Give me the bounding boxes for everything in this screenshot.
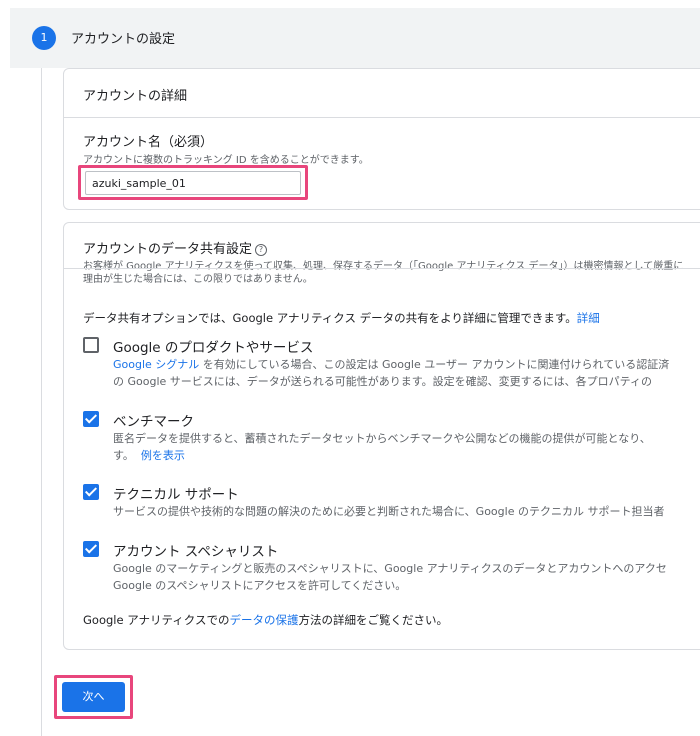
option-technical-support-title: テクニカル サポート [113,487,239,503]
footer-suffix: 方法の詳細をご覧ください。 [298,613,448,627]
data-sharing-title: アカウントのデータ共有設定? [83,238,268,257]
option-google-products-desc-1-text: を有効にしている場合、この設定は Google ユーザー アカウントに関連付けら… [199,358,670,371]
option-benchmark-desc-2-text: す。 [113,449,134,462]
footer-prefix: Google アナリティクスでの [83,613,230,627]
data-sharing-intro-text: データ共有オプションでは、Google アナリティクス データの共有をより詳細に… [83,311,577,325]
step-connector-line [41,68,42,736]
account-name-hint: アカウントに複数のトラッキング ID を含めることができます。 [83,155,369,166]
step-number-badge: 1 [32,26,56,50]
option-google-products-title: Google のプロダクトやサービス [113,340,314,356]
account-details-header: アカウントの詳細 [64,69,700,118]
option-benchmark-title: ベンチマーク [113,414,194,430]
data-sharing-divider [63,268,700,269]
google-signals-link[interactable]: Google シグナル [113,358,199,371]
help-icon[interactable]: ? [255,243,268,256]
option-google-products-desc-2: の Google サービスには、データが送られる可能性があります。設定を確認、変… [113,375,653,388]
step-title: アカウントの設定 [71,32,176,47]
option-benchmark-desc-1: 匿名データを提供すると、蓄積されたデータセットからベンチマークや公開などの機能の… [113,432,651,445]
next-button-highlight [54,675,133,719]
account-details-title: アカウントの詳細 [83,89,188,104]
data-protection-link[interactable]: データの保護 [229,613,298,627]
show-example-link[interactable]: 例を表示 [141,449,185,462]
data-sharing-intro: データ共有オプションでは、Google アナリティクス データの共有をより詳細に… [83,310,600,326]
option-google-products-desc-1: Google シグナル を有効にしている場合、この設定は Google ユーザー… [113,356,669,373]
option-account-specialist-desc-2: Google のスペシャリストにアクセスを許可してください。 [113,579,407,592]
checkbox-google-products[interactable] [83,337,99,353]
account-name-label: アカウント名（必須） [83,135,214,150]
option-benchmark-desc-2: す。 例を表示 [113,447,185,464]
option-technical-support-desc-1: サービスの提供や技術的な問題の解決のために必要と判断された場合に、Google … [113,505,665,518]
data-protection-footer: Google アナリティクスでのデータの保護方法の詳細をご覧ください。 [83,612,448,628]
data-sharing-title-text: アカウントのデータ共有設定 [83,242,253,257]
data-sharing-desc-2: 理由が生じた場合には、この限りではありません。 [83,274,313,285]
option-account-specialist-title: アカウント スペシャリスト [113,544,279,560]
checkbox-account-specialist[interactable] [83,541,99,557]
account-name-highlight [78,165,308,200]
checkbox-benchmark[interactable] [83,411,99,427]
step-header: 1 アカウントの設定 [10,8,700,68]
checkbox-technical-support[interactable] [83,484,99,500]
learn-more-link[interactable]: 詳細 [577,311,600,325]
option-account-specialist-desc-1: Google のマーケティングと販売のスペシャリストに、Google アナリティ… [113,562,667,575]
